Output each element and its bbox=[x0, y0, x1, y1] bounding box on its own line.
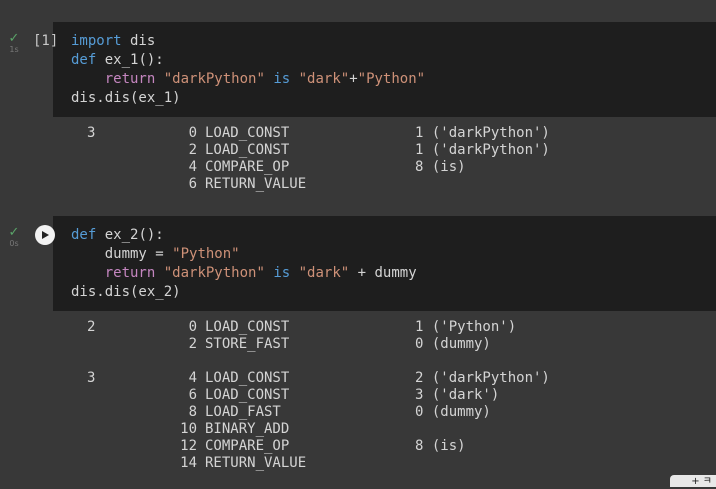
cell-2-status: ✓ 0s bbox=[4, 226, 24, 248]
output-offset: 2 bbox=[188, 336, 197, 352]
output-lineno: 3 bbox=[87, 370, 96, 386]
code-token: dis.dis(ex_1) bbox=[71, 90, 181, 106]
code-line: dis.dis(ex_2) bbox=[71, 283, 181, 302]
code-token: return bbox=[104, 265, 156, 281]
code-cell-1[interactable]: ✓ 1s import dis def ex_1(): return "dark… bbox=[0, 22, 716, 202]
code-token: def bbox=[71, 52, 97, 68]
output-opname: LOAD_CONST bbox=[205, 319, 290, 335]
code-line: return "darkPython" is "dark"+"Python" bbox=[71, 70, 425, 89]
output-offset: 8 bbox=[188, 404, 197, 420]
code-token: + bbox=[349, 71, 358, 87]
output-opname: COMPARE_OP bbox=[205, 159, 290, 175]
code-token: "Python" bbox=[172, 246, 240, 262]
code-token: import bbox=[71, 33, 122, 49]
cell-2-exec-time: 0s bbox=[9, 239, 19, 248]
code-token: "darkPython" bbox=[163, 265, 265, 281]
code-token: dummy = bbox=[71, 246, 173, 262]
output-offset: 10 bbox=[180, 421, 197, 437]
output-opname: LOAD_CONST bbox=[205, 125, 290, 141]
cell-2-output: 2 0 LOAD_CONST 1 ('Python') 2 STORE_FAST 0 (du… bbox=[0, 319, 716, 479]
output-offset: 4 bbox=[188, 370, 197, 386]
code-line: import dis bbox=[71, 32, 155, 51]
output-arg: 3 ('dark') bbox=[415, 387, 500, 403]
output-arg: 1 ('Python') bbox=[415, 319, 517, 335]
code-token: "Python" bbox=[357, 71, 426, 87]
output-opname: BINARY_ADD bbox=[205, 421, 290, 437]
code-line: return "darkPython" is "dark" + dummy bbox=[71, 264, 417, 283]
code-line: def ex_1(): bbox=[71, 51, 164, 70]
output-offset: 6 bbox=[188, 387, 197, 403]
check-icon: ✓ bbox=[8, 31, 20, 46]
code-token: ex_2(): bbox=[96, 227, 164, 243]
play-icon bbox=[42, 231, 49, 239]
code-token: dis.dis(ex_2) bbox=[71, 284, 181, 300]
output-offset: 0 bbox=[188, 125, 197, 141]
code-cell-2[interactable]: ✓ 0s def ex_2(): dummy = "Python" return… bbox=[0, 216, 716, 486]
run-cell-button[interactable] bbox=[35, 225, 55, 245]
cell-1-status: ✓ 1s bbox=[4, 32, 24, 54]
output-opname: STORE_FAST bbox=[205, 336, 290, 352]
output-offset: 2 bbox=[188, 142, 197, 158]
cell-1-output: 3 0 LOAD_CONST 1 ('darkPython') 2 LOAD_CONST 1… bbox=[0, 125, 716, 205]
output-opname: LOAD_CONST bbox=[205, 370, 290, 386]
code-token: is bbox=[273, 71, 291, 87]
output-opname: RETURN_VALUE bbox=[205, 176, 307, 192]
output-opname: LOAD_CONST bbox=[205, 387, 290, 403]
output-arg: 8 (is) bbox=[415, 159, 466, 175]
cell-2-editor[interactable]: def ex_2(): dummy = "Python" return "dar… bbox=[53, 216, 716, 311]
output-offset: 4 bbox=[188, 159, 197, 175]
output-offset: 0 bbox=[188, 319, 197, 335]
output-arg: 8 (is) bbox=[415, 438, 466, 454]
output-arg: 0 (dummy) bbox=[415, 404, 491, 420]
output-arg: 1 ('darkPython') bbox=[415, 125, 550, 141]
code-token: is bbox=[273, 265, 291, 281]
cell-1-editor[interactable]: import dis def ex_1(): return "darkPytho… bbox=[53, 22, 716, 117]
output-offset: 6 bbox=[188, 176, 197, 192]
code-token: ex_1(): bbox=[96, 52, 164, 68]
code-token: "darkPython" bbox=[163, 71, 265, 87]
code-token: return bbox=[104, 71, 156, 87]
output-arg: 0 (dummy) bbox=[415, 336, 491, 352]
output-opname: LOAD_CONST bbox=[205, 142, 290, 158]
output-opname: RETURN_VALUE bbox=[205, 455, 307, 471]
code-token: def bbox=[71, 227, 97, 243]
check-icon: ✓ bbox=[8, 225, 20, 240]
code-token: "dark" bbox=[298, 71, 350, 87]
output-opname: LOAD_FAST bbox=[205, 404, 281, 420]
output-lineno: 3 bbox=[87, 125, 96, 141]
code-line: def ex_2(): bbox=[71, 226, 164, 245]
output-arg: 2 ('darkPython') bbox=[415, 370, 550, 386]
output-offset bbox=[157, 353, 197, 370]
cell-1-exec-time: 1s bbox=[9, 45, 19, 54]
cell-1-exec-count: [1] bbox=[33, 33, 59, 49]
code-token: "dark" bbox=[298, 265, 350, 281]
output-lineno: 2 bbox=[87, 319, 96, 335]
code-line: dis.dis(ex_1) bbox=[71, 89, 181, 108]
output-offset: 12 bbox=[180, 438, 197, 454]
code-token: dis bbox=[121, 33, 156, 49]
code-line: dummy = "Python" bbox=[71, 245, 240, 264]
output-opname: COMPARE_OP bbox=[205, 438, 290, 454]
code-token: + dummy bbox=[349, 265, 417, 281]
corner-tab[interactable]: + ㅋ bbox=[670, 475, 716, 487]
output-arg: 1 ('darkPython') bbox=[415, 142, 550, 158]
output-offset: 14 bbox=[180, 455, 197, 471]
